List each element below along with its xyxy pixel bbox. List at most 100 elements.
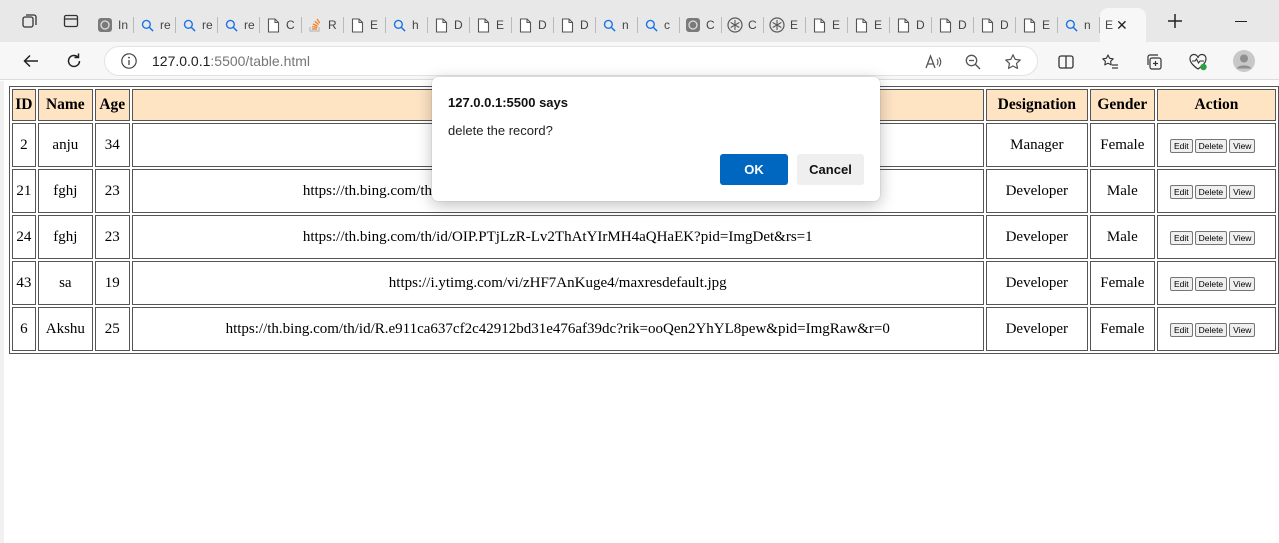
tab-actions-button[interactable] (56, 6, 86, 36)
favorites-list-icon (1102, 54, 1118, 69)
dialog-title: 127.0.0.1:5500 says (448, 95, 568, 110)
browser-tab[interactable]: E (1016, 8, 1058, 42)
dialog-message: delete the record? (448, 123, 553, 138)
browser-tab[interactable]: D (890, 8, 932, 42)
cell-id: 21 (12, 169, 36, 213)
cell-name: fghj (37, 215, 93, 259)
split-screen-icon (1058, 55, 1074, 69)
browser-tab[interactable]: n (1058, 8, 1100, 42)
view-button[interactable]: View (1229, 138, 1256, 153)
browser-tab[interactable]: E (848, 8, 890, 42)
header-name: Name (37, 89, 93, 121)
browser-tab[interactable]: D (428, 8, 470, 42)
search-icon (601, 17, 617, 33)
browser-tab[interactable]: n (596, 8, 638, 42)
tab-title: C (286, 18, 295, 32)
document-icon (559, 17, 575, 33)
read-aloud-button[interactable] (923, 52, 943, 72)
browser-tab[interactable]: E (764, 8, 806, 42)
table-row: 43 sa 19 https://i.ytimg.com/vi/zHF7AnKuge4… (12, 261, 1276, 305)
tab-title: c (664, 18, 670, 32)
delete-button[interactable]: Delete (1194, 276, 1228, 291)
document-icon (979, 17, 995, 33)
openai-icon (727, 17, 743, 33)
performance-button[interactable] (1187, 51, 1209, 73)
cell-id: 6 (12, 307, 36, 351)
refresh-button[interactable] (58, 45, 90, 77)
document-icon (895, 17, 911, 33)
url-host: 127.0.0.1 (152, 53, 211, 69)
active-browser-tab[interactable]: E ✕ (1100, 8, 1146, 42)
search-icon (181, 17, 197, 33)
split-screen-button[interactable] (1055, 51, 1077, 73)
browser-toolbar: 127.0.0.1:5500/table.html (0, 42, 1279, 80)
browser-tab[interactable]: D (512, 8, 554, 42)
tab-title: n (1084, 18, 1091, 32)
browser-tab[interactable]: D (932, 8, 974, 42)
browser-tab[interactable]: E (806, 8, 848, 42)
new-tab-button[interactable] (1160, 6, 1190, 36)
cell-image-url: https://th.bing.com/th/id/R.e911ca637cf2… (131, 307, 984, 351)
browser-tab[interactable]: h (386, 8, 428, 42)
search-icon (643, 17, 659, 33)
url-path: :5500/table.html (210, 53, 311, 69)
edit-button[interactable]: Edit (1169, 230, 1193, 245)
edit-button[interactable]: Edit (1169, 184, 1193, 199)
minimize-button[interactable] (1231, 8, 1251, 28)
view-button[interactable]: View (1229, 184, 1256, 199)
address-bar[interactable]: 127.0.0.1:5500/table.html (104, 46, 1038, 76)
document-icon (265, 17, 281, 33)
tab-title: E (832, 18, 841, 32)
openai-icon (769, 17, 785, 33)
info-icon[interactable] (120, 52, 138, 70)
browser-tab[interactable]: re (176, 8, 218, 42)
plus-icon (1168, 14, 1182, 28)
browser-tab[interactable]: C (260, 8, 302, 42)
browser-tab[interactable]: D (554, 8, 596, 42)
browser-tab[interactable]: C (722, 8, 764, 42)
edit-button[interactable]: Edit (1169, 322, 1193, 337)
tab-title: E (1042, 18, 1051, 32)
table-row: 24 fghj 23 https://th.bing.com/th/id/OIP.PT… (12, 215, 1276, 259)
document-icon (517, 17, 533, 33)
tab-title: D (1000, 18, 1009, 32)
cell-gender: Male (1089, 169, 1155, 213)
back-button[interactable] (15, 45, 47, 77)
ok-button[interactable]: OK (720, 154, 788, 185)
tab-title: R (328, 18, 337, 32)
tab-title: h (412, 18, 419, 32)
cancel-button[interactable]: Cancel (797, 154, 864, 185)
browser-tab[interactable]: In (92, 8, 134, 42)
workspaces-button[interactable] (14, 6, 44, 36)
favorites-button[interactable] (1099, 51, 1121, 73)
browser-tab[interactable]: E (470, 8, 512, 42)
browser-tab[interactable]: re (218, 8, 260, 42)
browser-tab[interactable]: c (638, 8, 680, 42)
delete-button[interactable]: Delete (1194, 322, 1228, 337)
favorite-button[interactable] (1003, 52, 1023, 72)
cell-actions: Edit Delete View (1156, 215, 1276, 259)
collections-button[interactable] (1143, 51, 1165, 73)
cell-name: Akshu (37, 307, 93, 351)
tab-title: C (748, 18, 757, 32)
view-button[interactable]: View (1229, 230, 1256, 245)
edit-button[interactable]: Edit (1169, 138, 1193, 153)
view-button[interactable]: View (1229, 276, 1256, 291)
browser-tab[interactable]: R (302, 8, 344, 42)
search-icon (223, 17, 239, 33)
profile-button[interactable] (1231, 48, 1257, 74)
header-designation: Designation (985, 89, 1088, 121)
browser-tab[interactable]: C (680, 8, 722, 42)
zoom-button[interactable] (963, 52, 983, 72)
view-button[interactable]: View (1229, 322, 1256, 337)
delete-button[interactable]: Delete (1194, 184, 1228, 199)
zoom-out-icon (965, 54, 981, 70)
close-tab-icon[interactable]: ✕ (1116, 17, 1128, 34)
browser-tab[interactable]: E (344, 8, 386, 42)
delete-button[interactable]: Delete (1194, 230, 1228, 245)
delete-button[interactable]: Delete (1194, 138, 1228, 153)
edit-button[interactable]: Edit (1169, 276, 1193, 291)
browser-tab[interactable]: re (134, 8, 176, 42)
ai-logo-icon (685, 17, 701, 33)
browser-tab[interactable]: D (974, 8, 1016, 42)
